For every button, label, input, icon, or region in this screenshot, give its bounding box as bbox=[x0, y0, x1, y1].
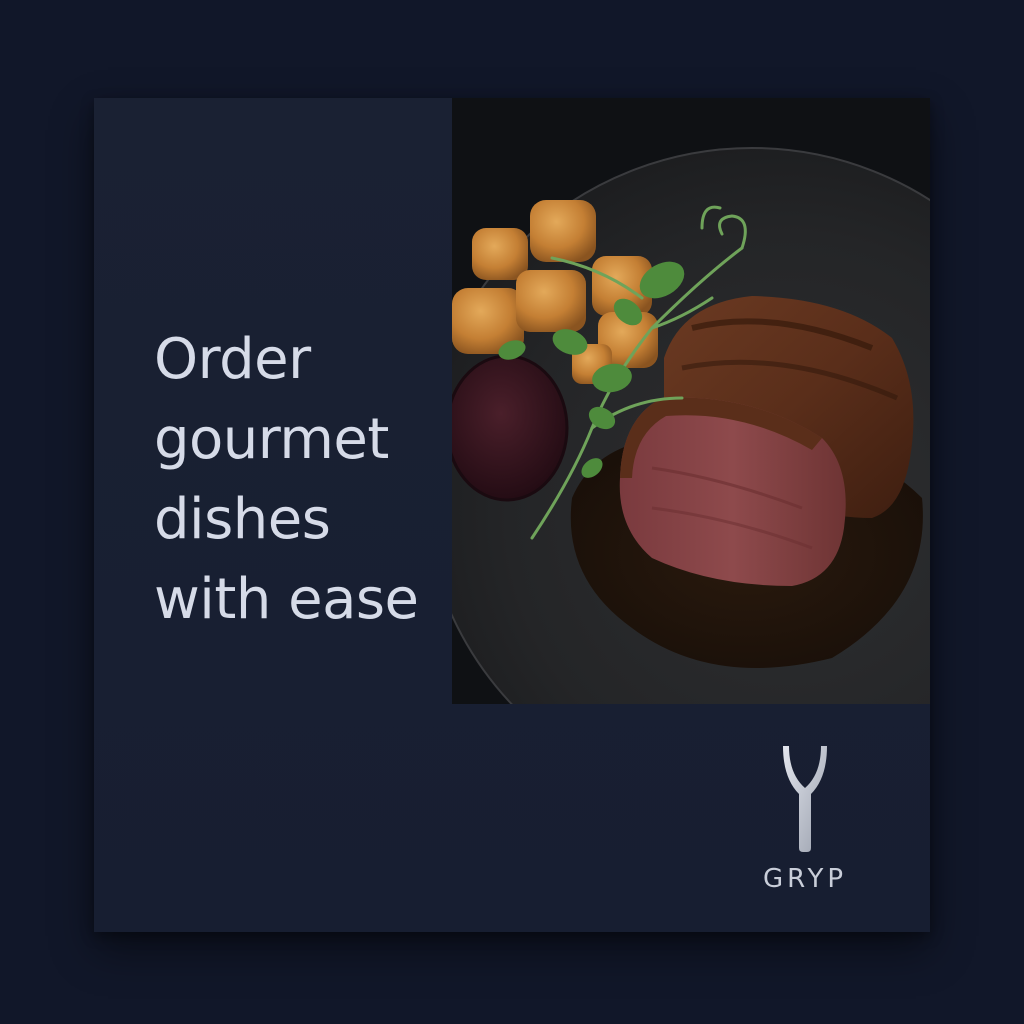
fork-y-icon bbox=[783, 746, 827, 852]
headline: Order gourmet dishes with ease bbox=[154, 320, 574, 640]
brand-name: GRYP bbox=[762, 864, 848, 894]
headline-line-2: gourmet bbox=[154, 407, 389, 472]
headline-line-3: dishes bbox=[154, 487, 331, 552]
headline-line-1: Order bbox=[154, 327, 311, 392]
headline-line-4: with ease bbox=[154, 567, 419, 632]
promo-card: Order gourmet dishes with ease GRYP bbox=[94, 98, 930, 932]
brand-logo: GRYP bbox=[740, 744, 870, 894]
